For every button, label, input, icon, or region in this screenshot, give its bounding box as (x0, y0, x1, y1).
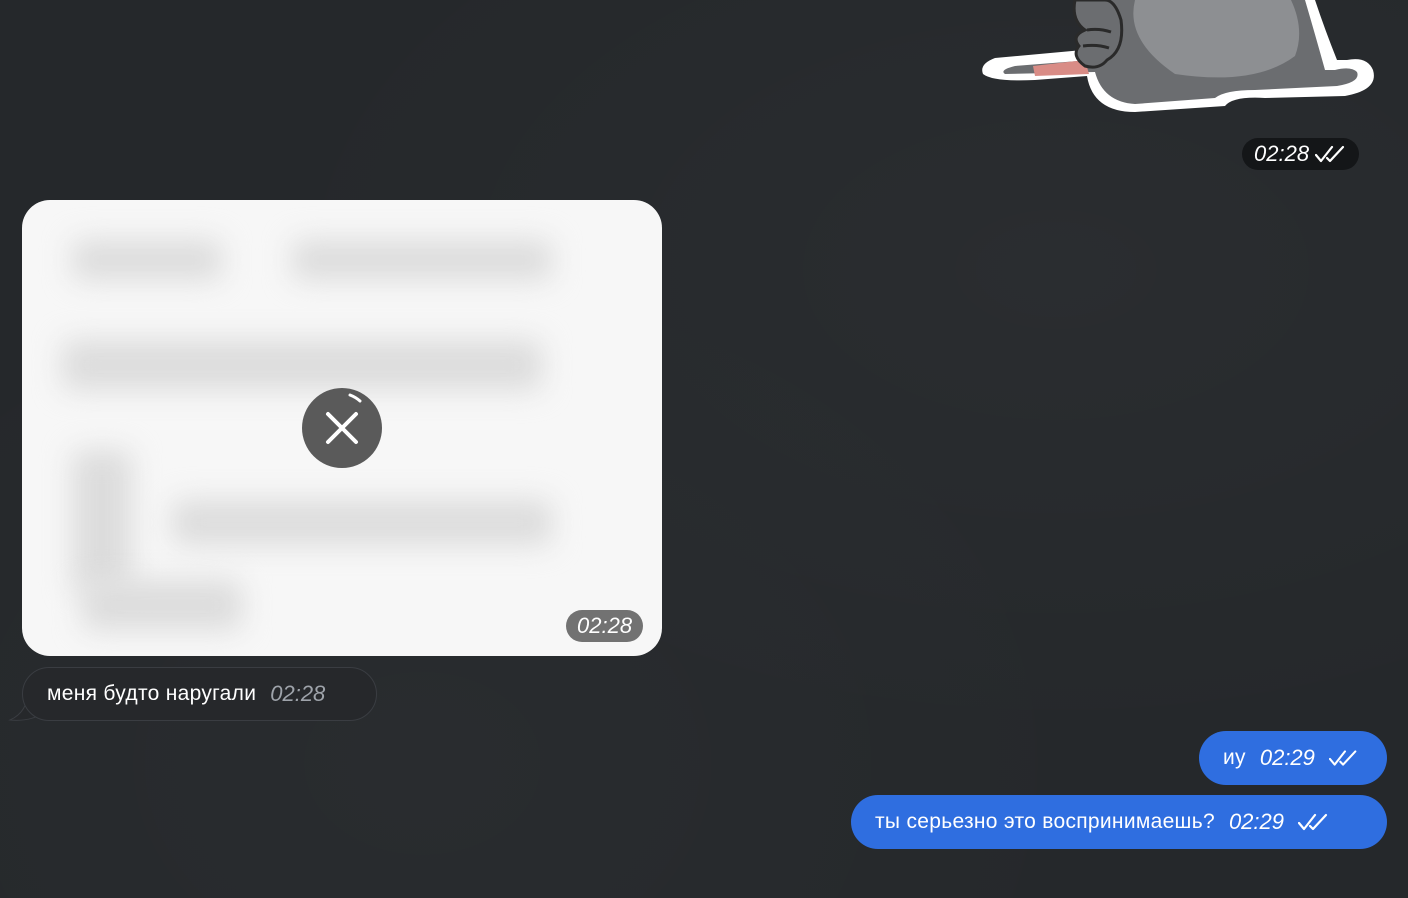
message-text: ты серьезно это воспринимаешь? (875, 810, 1215, 833)
message-text: иу (1223, 746, 1246, 769)
double-check-icon (1328, 750, 1357, 766)
photo-blur (72, 450, 132, 590)
photo-blur (72, 240, 222, 280)
photo-blur (62, 340, 542, 390)
cancel-download-icon (326, 393, 362, 444)
message-time: 02:29 (1228, 809, 1284, 834)
message-time: 02:28 (270, 681, 326, 706)
message-text: меня будто наругали (47, 682, 257, 705)
photo-blur (82, 580, 242, 630)
photo-time: 02:28 (577, 613, 633, 638)
cancel-download-button[interactable] (302, 388, 382, 468)
photo-blur (172, 500, 552, 545)
sticker-time-pill: 02:28 (1242, 138, 1360, 170)
sticker-time: 02:28 (1254, 141, 1310, 166)
incoming-message-bubble[interactable]: меня будто наругали 02:28 (22, 667, 377, 721)
photo-message[interactable] (22, 200, 662, 656)
message-time: 02:29 (1259, 745, 1315, 770)
double-check-icon (1298, 813, 1328, 831)
double-check-icon (1315, 145, 1345, 163)
outgoing-message-bubble[interactable]: иу 02:29 (1199, 731, 1387, 785)
outgoing-message-bubble[interactable]: ты серьезно это воспринимаешь? 02:29 (851, 795, 1387, 849)
sticker-image[interactable] (975, 0, 1385, 120)
photo-blur (292, 240, 552, 280)
photo-time-pill: 02:28 (566, 610, 644, 642)
